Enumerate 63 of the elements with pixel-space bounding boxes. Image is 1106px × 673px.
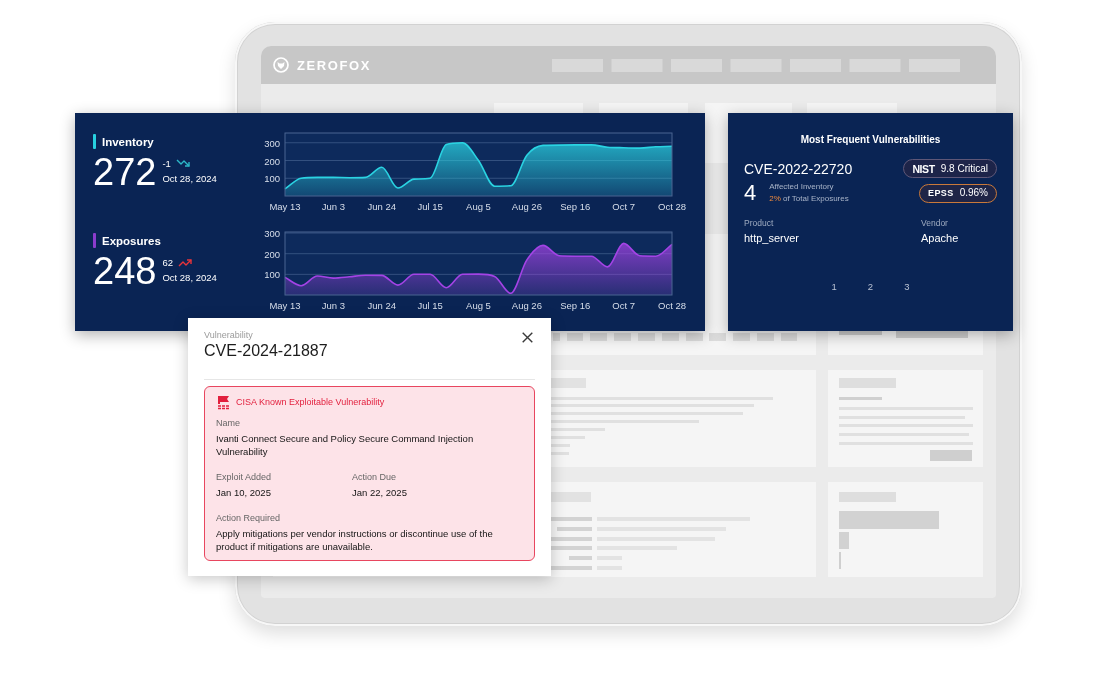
close-icon[interactable] [522,332,533,343]
axis-tick-label: Aug 26 [511,300,542,311]
axis-tick-label: Jun 3 [321,201,345,212]
field-label: Vendor [921,218,949,229]
axis-tick-label: Oct 28 [658,201,686,212]
badge-logo-text: EPSS [928,187,954,199]
field-value: Apply mitigations per vendor instructions or discontinue use of the product if mitigations are unavailable. [216,527,494,553]
field-value: Jan 22, 2025 [352,486,408,499]
axis-tick-label: May 13 [269,201,301,212]
axis-tick-label: Jun 24 [367,300,396,311]
panel-title: Most Frequent Vulnerabilities [799,134,942,146]
metric-value: 248 [93,252,157,290]
field-value: Apache [921,231,960,245]
axis-tick-label: 300 [264,137,280,149]
metric-label: Inventory [102,135,154,148]
badge-logo-text: NIST [912,162,935,175]
flag-icon [216,395,231,410]
field-value: Jan 10, 2025 [216,486,272,499]
axis-tick-label: Oct 7 [612,201,635,212]
axis-tick-label: 200 [264,155,280,167]
field-label: Action Required [216,512,282,524]
axis-tick-label: 200 [264,248,280,260]
page-link[interactable]: 2 [866,281,875,292]
axis-tick-label: Sep 16 [560,201,591,212]
axis-tick-label: 100 [264,173,280,185]
field-label: Name [216,417,241,429]
metric-change: 62 [162,257,173,268]
axis-tick-label: Oct 7 [612,300,635,311]
field-label: Action Due [352,471,398,483]
axis-tick-label: Oct 28 [658,300,686,311]
axis-tick-label: Sep 16 [560,300,591,311]
field-value: http_server [744,231,801,245]
axis-tick-label: May 13 [269,300,301,311]
axis-tick-label: Jul 15 [417,300,443,311]
circle-logo-icon [273,57,289,73]
popup-caption: Vulnerability [204,330,254,341]
popup-title: CVE-2024-21887 [204,341,328,361]
axis-tick-label: Aug 5 [466,201,491,212]
field-label: Exploit Added [216,471,273,483]
axis-tick-label: Aug 5 [466,300,491,311]
cve-id: CVE-2022-22720 [744,159,854,178]
metric-label: Exposures [102,234,161,247]
badge-value: 9.8 Critical [940,162,988,175]
count-label: Affected Inventory [769,182,835,192]
axis-tick-label: Jun 24 [367,201,396,212]
alert-heading: CISA Known Exploitable Vulnerability [236,397,385,408]
metric-value: 272 [93,153,157,191]
page-link[interactable]: 1 [830,281,838,292]
page-link[interactable]: 3 [903,281,911,292]
axis-tick-label: Jun 3 [321,300,345,311]
metric-date: Oct 28, 2024 [162,272,217,283]
axis-tick-label: 100 [264,269,280,281]
affected-count: 4 [744,182,757,204]
axis-tick-label: Jul 15 [417,201,443,212]
axis-tick-label: 300 [264,228,280,240]
metric-date: Oct 28, 2024 [162,173,217,184]
metric-change: -1 [162,158,171,169]
field-label: Product [744,218,775,229]
badge-value: 0.96% [959,187,988,199]
exposure-share: 2% of Total Exposures [769,194,849,204]
axis-tick-label: Aug 26 [511,201,542,212]
brand-wordmark: ZEROFOX [297,57,372,73]
field-value: Ivanti Connect Secure and Policy Secure Command Injection Vulnerability [216,432,475,458]
